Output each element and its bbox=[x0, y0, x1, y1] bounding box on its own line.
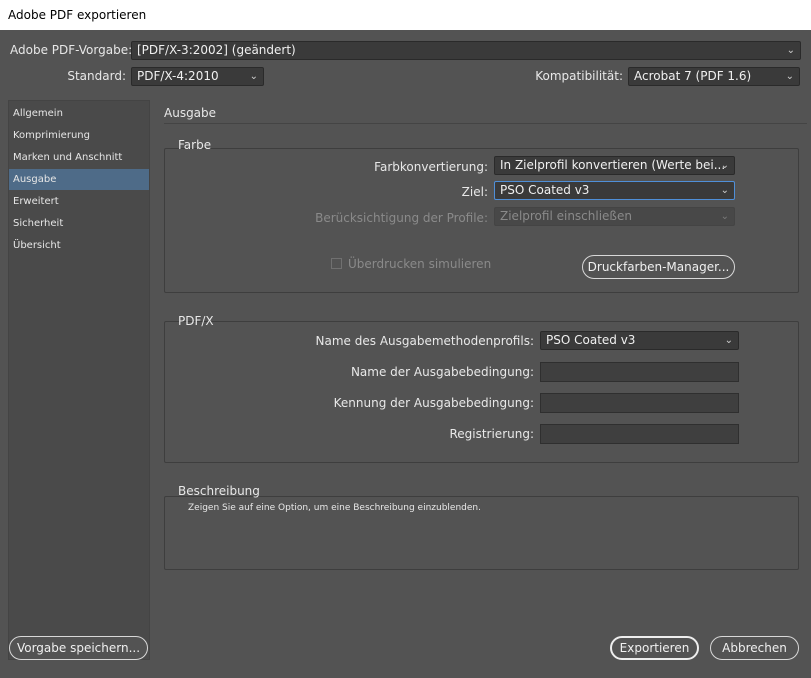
output-profile-select[interactable]: PSO Coated v3 ⌄ bbox=[540, 331, 739, 350]
export-button[interactable]: Exportieren bbox=[610, 636, 699, 660]
pdfx-group-title: PDF/X bbox=[178, 314, 214, 328]
condition-id-label: Kennung der Ausgabebedingung: bbox=[333, 396, 534, 410]
preset-value: [PDF/X-3:2002] (geändert) bbox=[137, 43, 296, 57]
output-profile-value: PSO Coated v3 bbox=[546, 333, 636, 347]
condition-id-input[interactable] bbox=[540, 393, 739, 413]
overprint-label: Überdrucken simulieren bbox=[348, 257, 492, 271]
compat-label: Kompatibilität: bbox=[535, 69, 623, 83]
output-profile-label: Name des Ausgabemethodenprofils: bbox=[315, 334, 534, 348]
description-title: Beschreibung bbox=[178, 484, 260, 498]
sidebar-nav: Allgemein Komprimierung Marken und Ansch… bbox=[8, 100, 150, 660]
profile-label: Berücksichtigung der Profile: bbox=[315, 211, 488, 225]
compat-value: Acrobat 7 (PDF 1.6) bbox=[634, 69, 752, 83]
save-preset-button[interactable]: Vorgabe speichern... bbox=[9, 636, 148, 660]
compat-select[interactable]: Acrobat 7 (PDF 1.6) ⌄ bbox=[628, 67, 800, 86]
sidebar-item-erweitert[interactable]: Erweitert bbox=[9, 191, 149, 212]
sidebar-item-sicherheit[interactable]: Sicherheit bbox=[9, 213, 149, 234]
standard-value: PDF/X-4:2010 bbox=[137, 69, 219, 83]
conversion-select[interactable]: In Zielprofil konvertieren (Werte bei...… bbox=[494, 156, 735, 175]
ink-manager-button[interactable]: Druckfarben-Manager... bbox=[582, 255, 735, 279]
profile-value: Zielprofil einschließen bbox=[500, 209, 632, 223]
target-value: PSO Coated v3 bbox=[500, 183, 590, 197]
sidebar-item-komprimierung[interactable]: Komprimierung bbox=[9, 125, 149, 146]
description-text: Zeigen Sie auf eine Option, um eine Besc… bbox=[188, 503, 481, 513]
cancel-button[interactable]: Abbrechen bbox=[710, 636, 799, 660]
overprint-checkbox[interactable] bbox=[331, 258, 342, 269]
chevron-down-icon: ⌄ bbox=[785, 71, 794, 82]
condition-name-input[interactable] bbox=[540, 362, 739, 382]
chevron-down-icon: ⌄ bbox=[249, 71, 258, 82]
target-select[interactable]: PSO Coated v3 ⌄ bbox=[494, 181, 735, 200]
registry-label: Registrierung: bbox=[449, 427, 534, 441]
chevron-down-icon: ⌄ bbox=[724, 335, 733, 346]
condition-name-label: Name der Ausgabebedingung: bbox=[350, 365, 534, 379]
chevron-down-icon: ⌄ bbox=[720, 185, 729, 196]
standard-select[interactable]: PDF/X-4:2010 ⌄ bbox=[131, 67, 264, 86]
sidebar-item-uebersicht[interactable]: Übersicht bbox=[9, 235, 149, 256]
chevron-down-icon: ⌄ bbox=[720, 211, 729, 222]
chevron-down-icon: ⌄ bbox=[786, 45, 795, 56]
farbe-group-title: Farbe bbox=[178, 138, 212, 152]
sidebar-item-marken-und-anschnitt[interactable]: Marken und Anschnitt bbox=[9, 147, 149, 168]
preset-label: Adobe PDF-Vorgabe: bbox=[10, 43, 133, 57]
window-titlebar: Adobe PDF exportieren bbox=[0, 0, 811, 30]
export-dialog: Adobe PDF-Vorgabe: [PDF/X-3:2002] (geänd… bbox=[0, 30, 811, 678]
profile-select[interactable]: Zielprofil einschließen ⌄ bbox=[494, 207, 735, 226]
section-title: Ausgabe bbox=[164, 106, 217, 120]
section-divider bbox=[164, 123, 807, 124]
target-label: Ziel: bbox=[461, 185, 488, 199]
conversion-label: Farbkonvertierung: bbox=[374, 160, 488, 174]
sidebar-item-ausgabe[interactable]: Ausgabe bbox=[9, 169, 149, 190]
window-title: Adobe PDF exportieren bbox=[8, 8, 147, 22]
chevron-down-icon: ⌄ bbox=[720, 160, 729, 171]
standard-label: Standard: bbox=[67, 69, 126, 83]
conversion-value: In Zielprofil konvertieren (Werte bei... bbox=[500, 158, 726, 172]
preset-select[interactable]: [PDF/X-3:2002] (geändert) ⌄ bbox=[131, 41, 801, 60]
registry-input[interactable] bbox=[540, 424, 739, 444]
sidebar-item-allgemein[interactable]: Allgemein bbox=[9, 103, 149, 124]
